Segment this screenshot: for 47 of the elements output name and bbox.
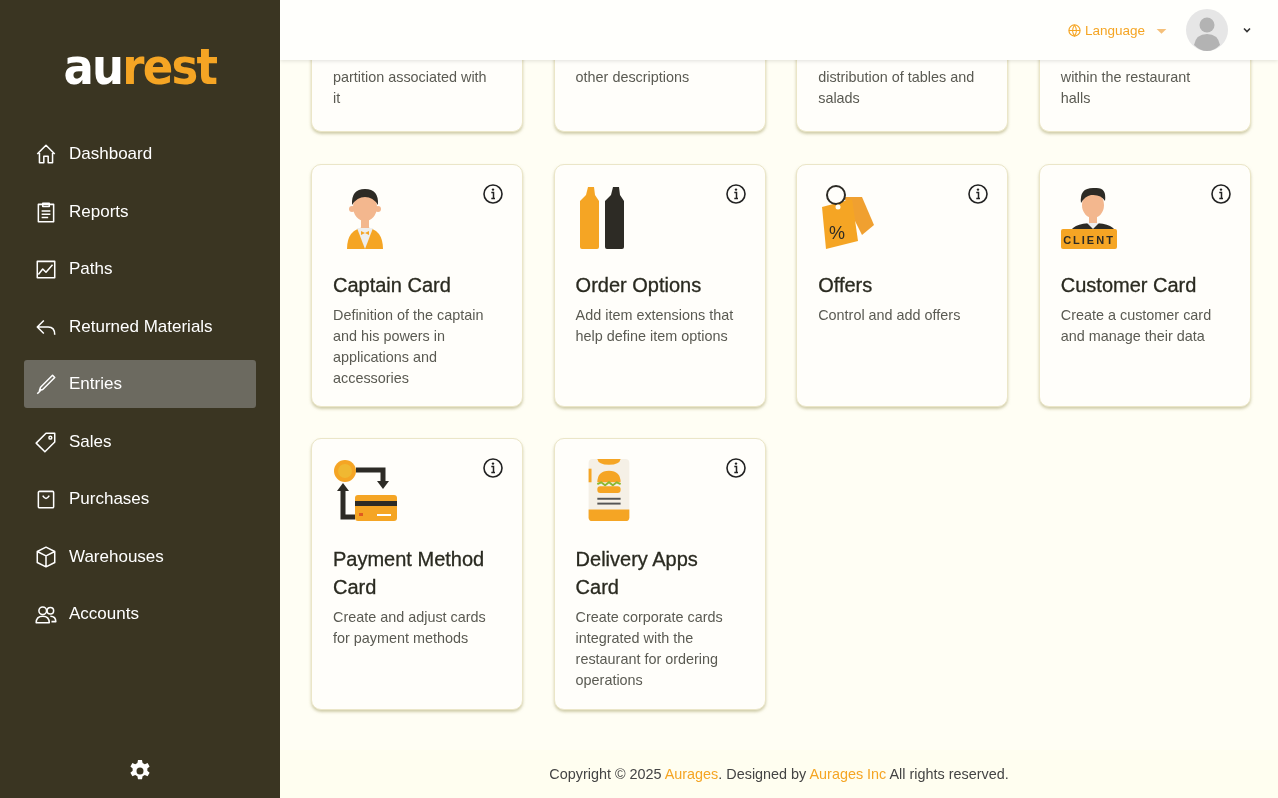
feature-card[interactable]: Captain Card Definition of the captain and his powers in applications and accessories xyxy=(311,164,523,407)
card-title: Offers xyxy=(818,273,874,298)
card-description: Create a customer card and manage their data xyxy=(1060,306,1213,346)
feature-card[interactable]: % Offers Control and add offers xyxy=(796,164,1009,407)
globe-icon xyxy=(1067,23,1081,37)
logo: aurest xyxy=(63,37,217,98)
card-description: other descriptions xyxy=(575,68,691,87)
copyright-text: Copyright © 2025 Aurages. Designed by Aurages Inc All rights reserved. xyxy=(549,766,1009,782)
info-icon[interactable] xyxy=(482,457,504,479)
card-description: Definition of the captain and his powers in applications and accessories xyxy=(333,306,485,388)
info-icon[interactable] xyxy=(967,183,990,205)
payment-exchange-drawing xyxy=(333,459,397,523)
feature-card[interactable]: Order Options Add item extensions that help define item options xyxy=(553,164,766,407)
info-icon[interactable] xyxy=(724,457,747,479)
card-title: Customer Card xyxy=(1060,273,1198,298)
sidebar-item[interactable]: Returned Materials xyxy=(24,302,256,351)
sidebar-item[interactable]: Reports xyxy=(24,187,256,236)
card-description: Control and add offers xyxy=(818,306,962,325)
chevron-down-icon[interactable] xyxy=(1242,25,1252,35)
card-description: Add item extensions that help define item options xyxy=(575,306,735,346)
feature-card[interactable]: Delivery Apps Card Create corporate cards integrated with the restaurant for ordering operations xyxy=(553,438,766,710)
sidebar-item[interactable]: Warehouses xyxy=(24,532,256,581)
info-icon[interactable] xyxy=(1209,183,1232,205)
house-icon xyxy=(34,142,58,166)
sidebar-item[interactable]: Sales xyxy=(24,417,256,466)
sidebar-item[interactable]: Entries xyxy=(24,360,256,408)
card-description: distribution of tables and salads xyxy=(818,68,976,108)
sidebar-item[interactable]: Paths xyxy=(24,245,256,293)
pen-icon xyxy=(34,372,58,396)
sidebar-item[interactable]: Accounts xyxy=(24,590,256,638)
feature-card[interactable]: CLIENT Customer Card Create a customer card and manage their data xyxy=(1038,164,1251,407)
card-title: Delivery Apps Card xyxy=(575,547,699,600)
card-description: Create corporate cards integrated with the restaurant for ordering operations xyxy=(575,608,724,690)
info-icon[interactable] xyxy=(724,183,747,205)
info-icon[interactable] xyxy=(482,183,504,205)
card-title: Payment Method Card xyxy=(333,547,486,600)
feature-card[interactable]: Payment Method Card Create and adjust cards for payment methods xyxy=(311,438,523,710)
card-description: partition associated with it xyxy=(333,68,488,108)
sidebar-item[interactable]: Dashboard xyxy=(24,130,256,178)
card-title: Order Options xyxy=(575,273,703,298)
percent-sign: % xyxy=(829,223,846,243)
card-title: Captain Card xyxy=(333,273,452,298)
card-description: Create and adjust cards for payment methods xyxy=(333,608,487,648)
badge-label: CLIENT xyxy=(1062,234,1115,246)
sidebar-item[interactable]: Purchases xyxy=(24,475,256,523)
card-description: within the restaurant halls xyxy=(1060,68,1192,108)
box-icon xyxy=(34,544,58,569)
